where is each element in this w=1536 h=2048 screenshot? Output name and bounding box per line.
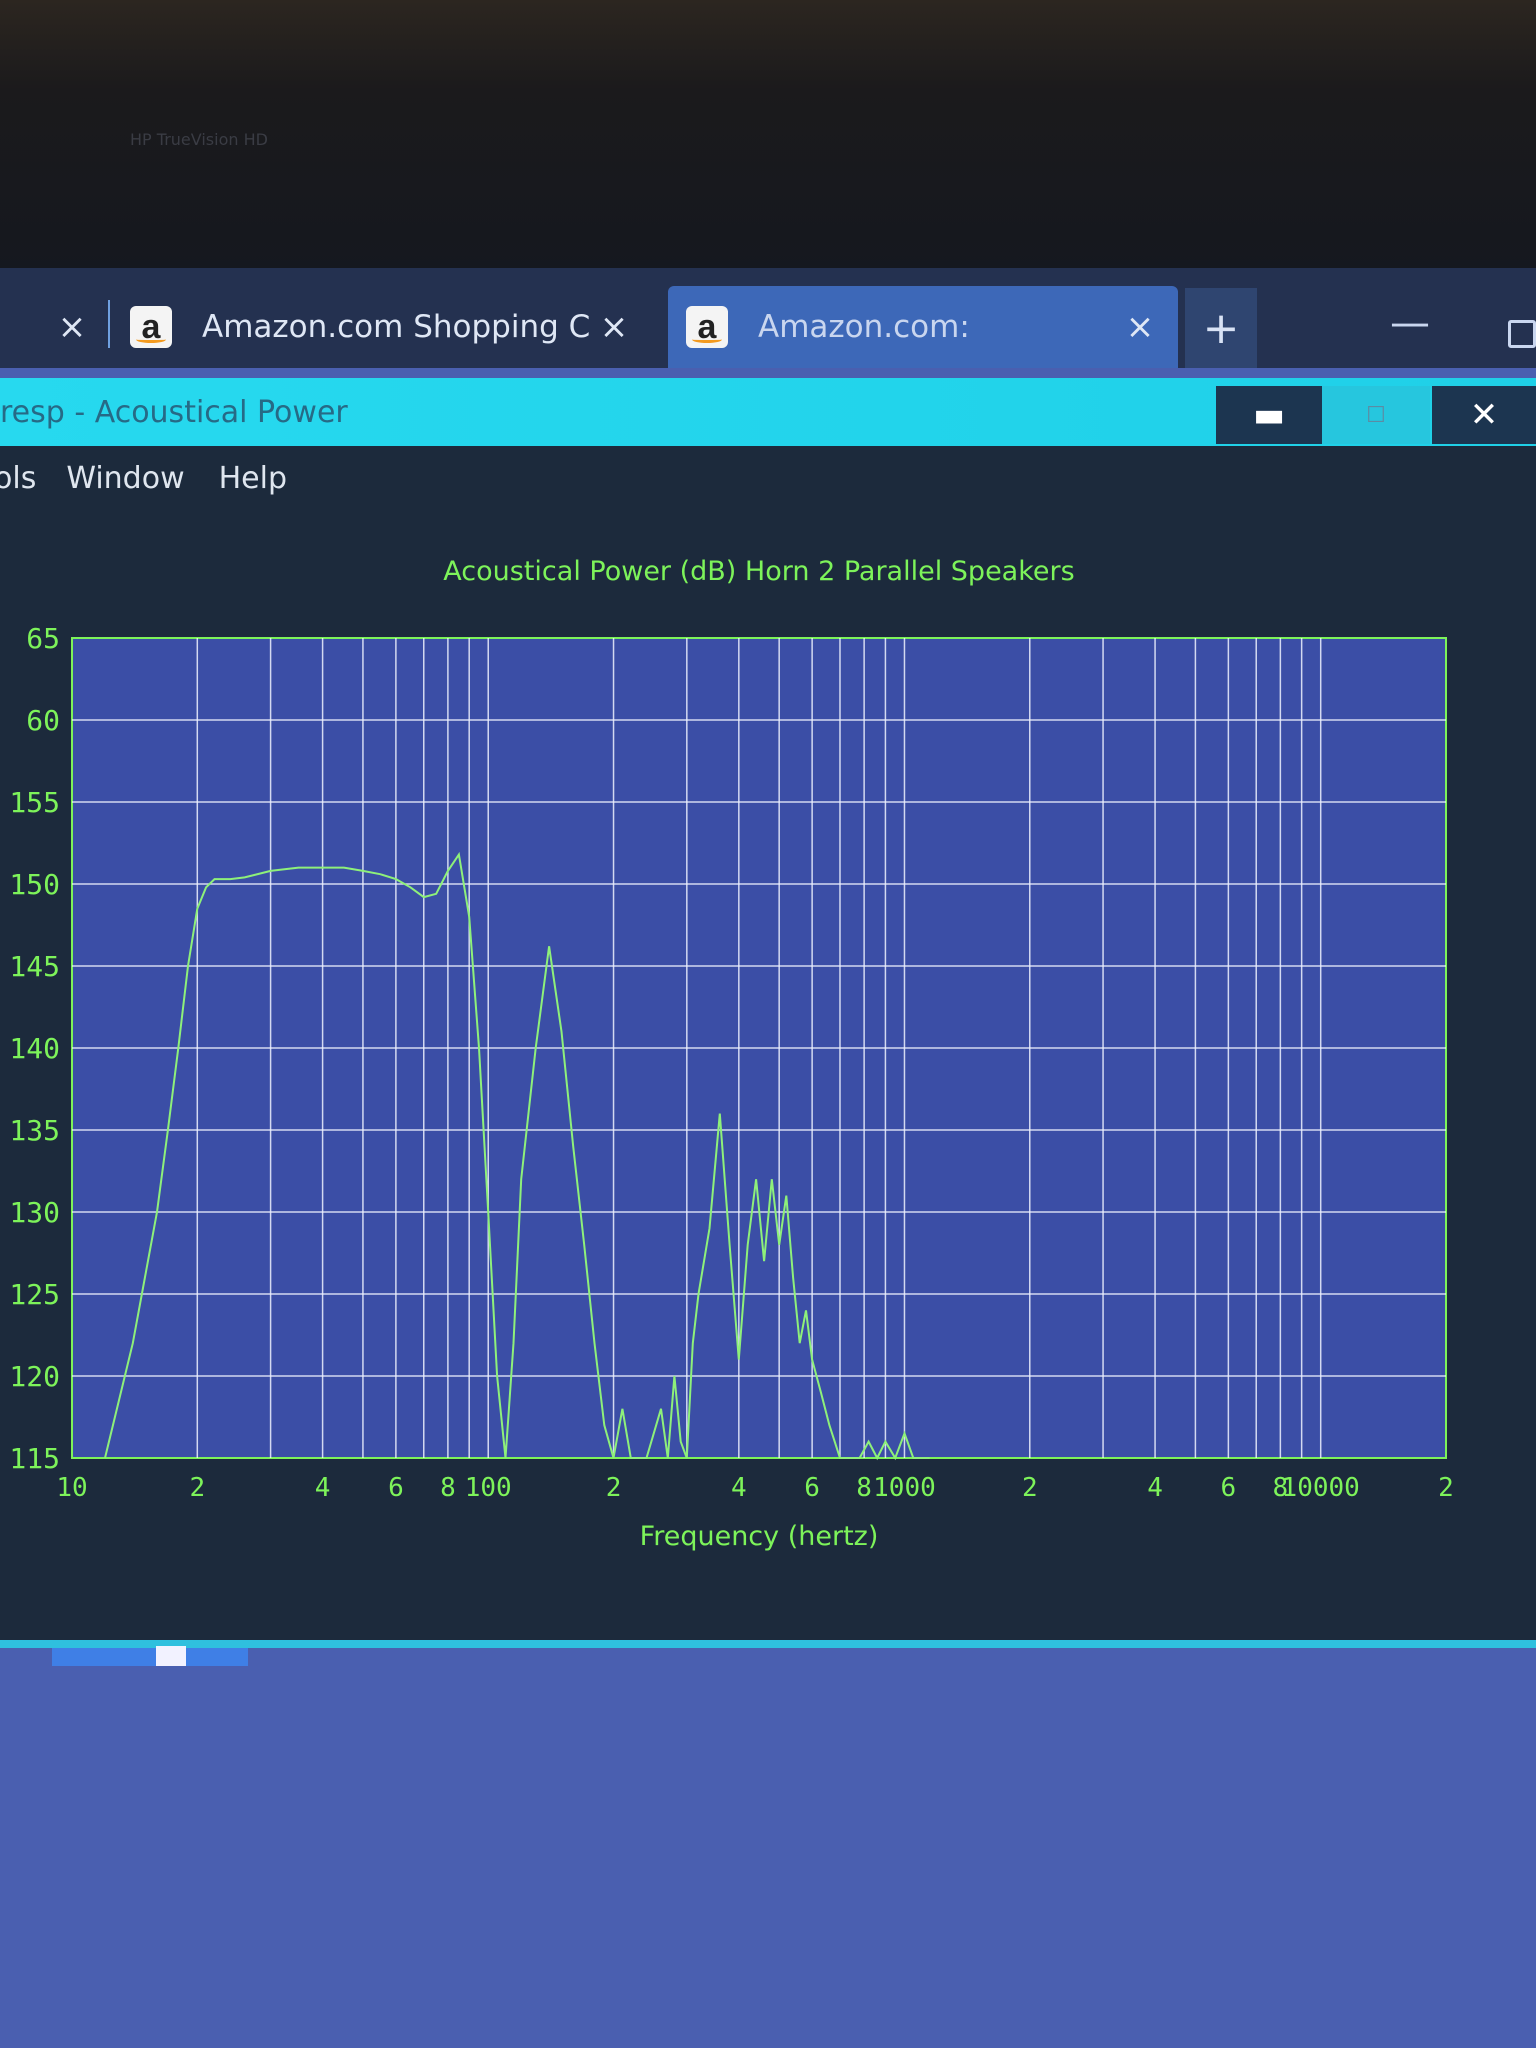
acoustical-power-chart: 656015515014514013513012512011510 2 4 6 8 100… — [9, 556, 1454, 1552]
x-tick-label: 4 — [731, 1473, 747, 1503]
y-tick-label: 60 — [26, 704, 60, 737]
x-tick-label: 4 — [1147, 1473, 1163, 1503]
y-tick-label: 130 — [9, 1196, 60, 1229]
chart-title: Acoustical Power (dB) Horn 2 Parallel Sp… — [443, 556, 1074, 587]
y-tick-label: 135 — [9, 1114, 60, 1147]
x-tick-label: 2 — [1022, 1473, 1038, 1503]
x-tick-label: 100 — [465, 1473, 512, 1503]
y-tick-label: 140 — [9, 1032, 60, 1065]
x-tick-label: 6 — [388, 1473, 404, 1503]
x-tick-label: 2 — [189, 1473, 205, 1503]
x-tick-label: 8 — [856, 1473, 872, 1503]
x-tick-label: 10 — [56, 1473, 87, 1503]
x-tick-label: 6 — [1221, 1473, 1237, 1503]
y-tick-label: 155 — [9, 786, 60, 819]
x-tick-label: 2 — [1438, 1473, 1454, 1503]
x-tick-label: 10000 — [1282, 1473, 1360, 1503]
y-tick-label: 115 — [9, 1442, 60, 1475]
x-tick-label: 8 — [440, 1473, 456, 1503]
x-tick-label: 2 — [606, 1473, 622, 1503]
y-tick-label: 150 — [9, 868, 60, 901]
x-tick-label: 4 — [315, 1473, 331, 1503]
y-tick-label: 125 — [9, 1278, 60, 1311]
y-tick-label: 120 — [9, 1360, 60, 1393]
y-tick-label: 145 — [9, 950, 60, 983]
x-axis-label: Frequency (hertz) — [640, 1521, 879, 1552]
x-tick-label: 1000 — [873, 1473, 936, 1503]
y-tick-label: 65 — [26, 622, 60, 655]
x-tick-label: 6 — [804, 1473, 820, 1503]
